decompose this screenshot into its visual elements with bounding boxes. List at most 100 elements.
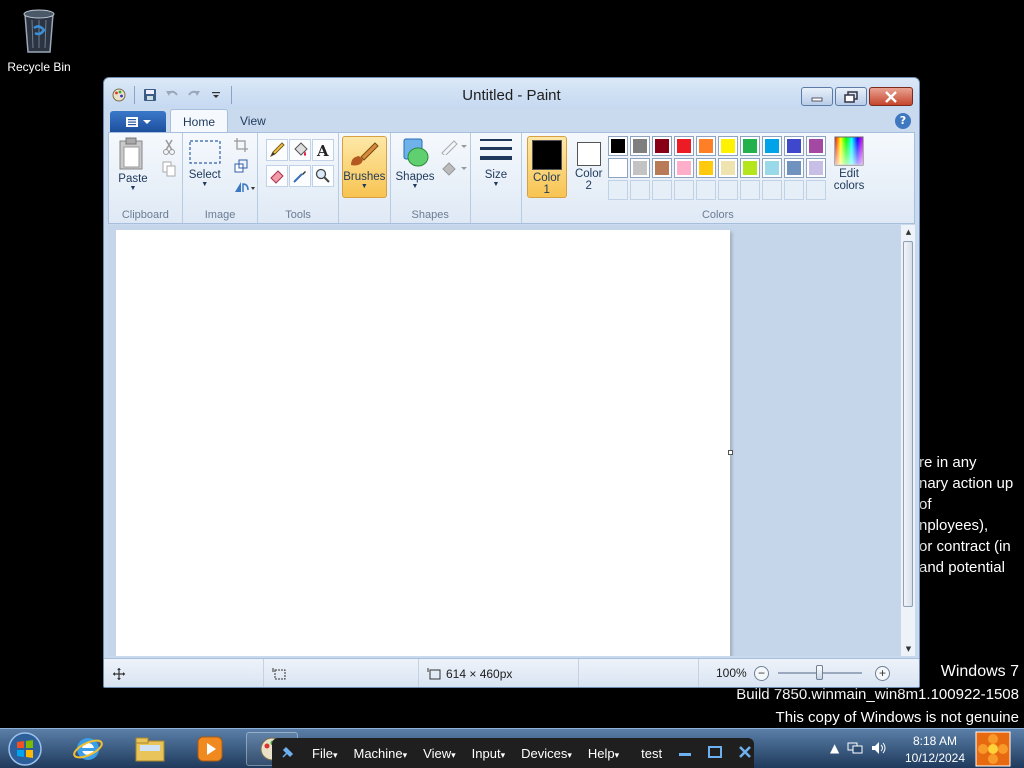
size-button[interactable]: Size ▼ <box>479 137 513 189</box>
palette-custom-slot[interactable] <box>673 180 694 200</box>
palette-color-swatch[interactable] <box>783 158 804 178</box>
vm-menu-help[interactable]: Help▾ <box>580 746 627 761</box>
palette-custom-slot[interactable] <box>695 180 716 200</box>
palette-custom-slot[interactable] <box>761 180 782 200</box>
start-button[interactable] <box>3 731 47 767</box>
palette-color-swatch[interactable] <box>739 136 760 156</box>
zoom-slider-thumb[interactable] <box>816 665 823 680</box>
network-icon[interactable] <box>847 741 863 755</box>
palette-custom-slot[interactable] <box>717 180 738 200</box>
palette-custom-slot[interactable] <box>805 180 826 200</box>
vm-minimize-icon[interactable] <box>670 745 700 762</box>
palette-color-swatch[interactable] <box>695 136 716 156</box>
minimize-icon <box>811 97 823 101</box>
magnifier-tool-icon[interactable] <box>312 165 335 187</box>
paste-button[interactable]: Paste ▼ <box>117 137 149 193</box>
vm-close-icon[interactable] <box>730 745 760 762</box>
vertical-scrollbar[interactable]: ▲ ▼ <box>900 225 915 656</box>
fill-icon[interactable] <box>439 159 469 179</box>
show-hidden-icons-icon[interactable]: ▲ <box>830 741 839 755</box>
title-bar[interactable]: Untitled - Paint <box>104 78 919 108</box>
palette-color-swatch[interactable] <box>761 158 782 178</box>
palette-custom-slot[interactable] <box>629 180 650 200</box>
drawing-canvas[interactable] <box>116 230 730 656</box>
close-button[interactable] <box>869 87 913 106</box>
size-label: Size <box>484 169 508 181</box>
resize-handle-right[interactable] <box>728 450 733 455</box>
zoom-in-button[interactable]: + <box>875 666 890 681</box>
copy-icon[interactable] <box>159 159 179 179</box>
fill-tool-icon[interactable] <box>289 139 312 161</box>
palette-color-swatch[interactable] <box>607 158 628 178</box>
help-icon[interactable]: ? <box>895 113 911 129</box>
media-player-icon <box>197 736 223 762</box>
tab-home[interactable]: Home <box>170 109 229 133</box>
edit-colors-button[interactable]: Edit colors <box>834 136 864 192</box>
palette-color-swatch[interactable] <box>607 136 628 156</box>
color1-button[interactable]: Color 1 <box>526 136 567 198</box>
tab-view[interactable]: View <box>228 109 278 133</box>
vm-menu-input[interactable]: Input▾ <box>464 746 513 761</box>
palette-custom-slot[interactable] <box>739 180 760 200</box>
scroll-up-icon[interactable]: ▲ <box>901 225 916 239</box>
background-text-line: nary action up <box>919 475 1014 492</box>
taskbar-media-player[interactable] <box>184 732 236 766</box>
palette-custom-slot[interactable] <box>607 180 628 200</box>
crop-icon[interactable] <box>231 135 251 155</box>
maximize-button[interactable] <box>835 87 867 106</box>
palette-color-swatch[interactable] <box>805 158 826 178</box>
palette-color-swatch[interactable] <box>651 136 672 156</box>
show-desktop-button[interactable] <box>975 731 1011 767</box>
flower-icon <box>975 731 1011 767</box>
color-picker-tool-icon[interactable] <box>289 165 312 187</box>
palette-color-swatch[interactable] <box>651 158 672 178</box>
shapes-button[interactable]: Shapes ▼ <box>396 135 435 191</box>
taskbar-internet-explorer[interactable] <box>62 732 114 766</box>
vm-menu-view[interactable]: View▾ <box>415 746 463 761</box>
cut-icon[interactable] <box>159 137 179 157</box>
eraser-tool-icon[interactable] <box>266 165 289 187</box>
paint-menu-button[interactable] <box>110 111 166 133</box>
color2-button[interactable]: Color 2 <box>569 136 609 198</box>
rotate-icon[interactable] <box>231 177 257 197</box>
recycle-bin-icon[interactable]: Recycle Bin <box>6 6 72 74</box>
select-button[interactable]: Select ▼ <box>188 137 222 189</box>
canvas-workspace[interactable] <box>108 225 900 656</box>
palette-color-swatch[interactable] <box>695 158 716 178</box>
resize-icon[interactable] <box>231 156 251 176</box>
minimize-button[interactable] <box>801 87 833 106</box>
taskbar-clock[interactable]: 8:18 AM 10/12/2024 <box>900 733 970 767</box>
pencil-tool-icon[interactable] <box>266 139 289 161</box>
palette-color-swatch[interactable] <box>629 158 650 178</box>
shapes-group-label: Shapes <box>411 209 449 221</box>
background-text-line: of <box>919 496 932 513</box>
vm-menu-machine[interactable]: Machine▾ <box>345 746 415 761</box>
outline-icon[interactable] <box>439 137 469 157</box>
palette-color-swatch[interactable] <box>673 136 694 156</box>
palette-color-swatch[interactable] <box>717 158 738 178</box>
volume-icon[interactable] <box>871 741 887 755</box>
vm-restore-icon[interactable] <box>700 745 730 762</box>
palette-color-swatch[interactable] <box>783 136 804 156</box>
palette-custom-slot[interactable] <box>651 180 672 200</box>
brush-icon <box>351 142 379 166</box>
palette-custom-slot[interactable] <box>783 180 804 200</box>
vm-menu-devices[interactable]: Devices▾ <box>513 746 580 761</box>
zoom-out-button[interactable]: − <box>754 666 769 681</box>
taskbar-explorer[interactable] <box>124 732 176 766</box>
scroll-down-icon[interactable]: ▼ <box>901 642 916 656</box>
vm-toolbar: File▾ Machine▾ View▾ Input▾ Devices▾ Hel… <box>272 738 754 768</box>
palette-color-swatch[interactable] <box>717 136 738 156</box>
palette-color-swatch[interactable] <box>805 136 826 156</box>
close-icon <box>885 90 897 103</box>
scrollbar-thumb[interactable] <box>903 241 913 607</box>
text-tool-icon[interactable]: A <box>312 139 335 161</box>
brushes-button[interactable]: Brushes ▼ <box>341 136 387 198</box>
palette-color-swatch[interactable] <box>673 158 694 178</box>
palette-color-swatch[interactable] <box>739 158 760 178</box>
pin-icon[interactable] <box>272 744 304 763</box>
vm-menu-file[interactable]: File▾ <box>304 746 345 761</box>
palette-color-swatch[interactable] <box>629 136 650 156</box>
palette-color-swatch[interactable] <box>761 136 782 156</box>
status-file-size <box>579 659 699 687</box>
